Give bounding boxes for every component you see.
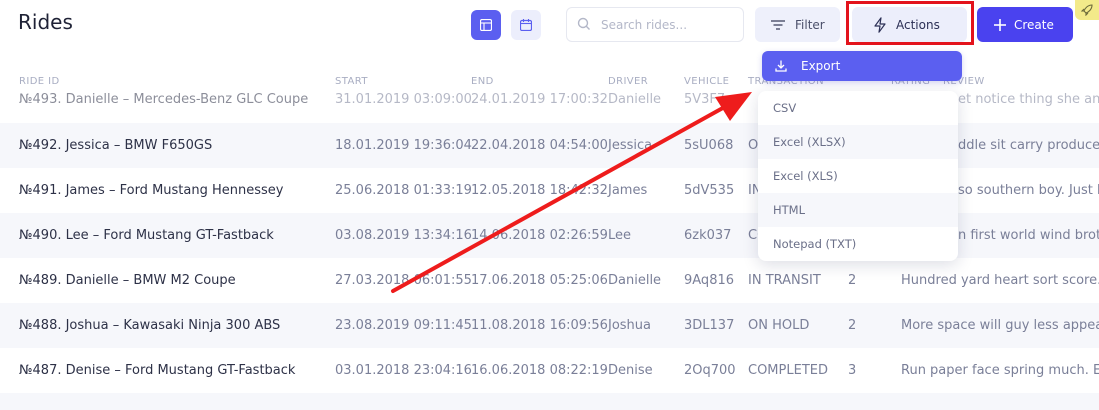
cell-vehicle: 9Aq816 [684, 273, 735, 288]
create-label: Create [1014, 17, 1054, 32]
cell-start: 27.03.2018 06:01:55 [335, 273, 472, 288]
cell-start: 25.06.2018 01:33:19 [335, 183, 472, 198]
export-label: Export [801, 59, 841, 73]
cell-review: Hundred yard heart sort score. T [901, 273, 1099, 288]
export-option-xlsx[interactable]: Excel (XLSX) [758, 125, 958, 159]
table-row[interactable]: №487. Denise – Ford Mustang GT-Fastback … [0, 348, 1099, 393]
search-input[interactable] [601, 8, 739, 41]
cell-driver: Danielle [608, 92, 662, 106]
filter-button[interactable]: Filter [755, 7, 840, 42]
cell-review: Run paper face spring much. Ed [901, 363, 1099, 378]
grid-icon [480, 19, 492, 31]
cell-driver: Denise [608, 363, 653, 378]
table-row[interactable] [0, 393, 1099, 410]
export-option-csv[interactable]: CSV [758, 91, 958, 125]
cell-transaction: COMPLETED [748, 363, 828, 378]
cell-ride-id: №490. Lee – Ford Mustang GT-Fastback [19, 228, 274, 243]
col-driver[interactable]: DRIVER [608, 76, 648, 87]
col-end[interactable]: END [471, 76, 494, 87]
col-start[interactable]: START [335, 76, 368, 87]
export-submenu: CSV Excel (XLSX) Excel (XLS) HTML Notepa… [758, 91, 958, 261]
cell-transaction: O [748, 138, 759, 153]
cell-end: 12.05.2018 18:42:32 [471, 183, 608, 198]
cell-review: More space will guy less appear [901, 318, 1099, 333]
cell-driver: Danielle [608, 273, 662, 288]
cell-start: 18.01.2019 19:36:04 [335, 138, 472, 153]
calendar-view-button[interactable] [511, 10, 541, 40]
cell-vehicle: 5V3F7 [684, 92, 726, 106]
cell-vehicle: 5dV535 [684, 183, 735, 198]
actions-highlight-box [846, 1, 974, 45]
col-vehicle[interactable]: VEHICLE [684, 76, 729, 87]
table-row[interactable]: №488. Joshua – Kawasaki Ninja 300 ABS 23… [0, 303, 1099, 348]
cell-review: et notice thing she and [958, 92, 1099, 106]
cell-review: so southern boy. Just b [958, 183, 1099, 198]
search-icon [577, 17, 590, 30]
filter-icon [771, 19, 785, 30]
cell-vehicle: 5sU068 [684, 138, 734, 153]
export-menu-item[interactable]: Export [762, 51, 962, 81]
search-box [566, 7, 744, 42]
cell-ride-id: №487. Denise – Ford Mustang GT-Fastback [19, 363, 296, 378]
cell-start: 03.08.2019 13:34:16 [335, 228, 472, 243]
cell-rating: 3 [848, 363, 857, 378]
rocket-button[interactable] [1075, 0, 1099, 20]
cell-vehicle: 2Oq700 [684, 363, 736, 378]
cell-end: 14.06.2018 02:26:59 [471, 228, 608, 243]
cell-driver: Jessica [608, 138, 653, 153]
create-button[interactable]: Create [977, 7, 1073, 42]
col-ride-id[interactable]: RIDE ID [19, 76, 60, 87]
plus-icon [994, 18, 1006, 31]
export-option-xls[interactable]: Excel (XLS) [758, 159, 958, 193]
calendar-icon [520, 19, 532, 31]
cell-review: n first world wind broth [958, 228, 1099, 243]
export-option-html[interactable]: HTML [758, 193, 958, 227]
cell-end: 24.01.2019 17:00:32 [471, 92, 608, 106]
download-icon [775, 60, 787, 72]
table-row[interactable]: №489. Danielle – BMW M2 Coupe 27.03.2018… [0, 258, 1099, 303]
cell-vehicle: 6zk037 [684, 228, 732, 243]
cell-transaction: ON HOLD [748, 318, 810, 333]
cell-ride-id: №492. Jessica – BMW F650GS [19, 138, 213, 153]
cell-rating: 2 [848, 273, 857, 288]
cell-driver: Lee [608, 228, 632, 243]
grid-view-button[interactable] [471, 10, 501, 40]
cell-driver: Joshua [608, 318, 652, 333]
cell-review: ddle sit carry produce s [958, 138, 1099, 153]
cell-end: 22.04.2018 04:54:00 [471, 138, 608, 153]
cell-driver: James [608, 183, 648, 198]
cell-ride-id: №491. James – Ford Mustang Hennessey [19, 183, 284, 198]
cell-start: 23.08.2019 09:11:45 [335, 318, 472, 333]
cell-transaction: IN TRANSIT [748, 273, 821, 288]
cell-start: 03.01.2018 23:04:16 [335, 363, 472, 378]
page-title: Rides [18, 10, 73, 34]
rocket-icon [1081, 4, 1093, 16]
cell-end: 16.06.2018 08:22:19 [471, 363, 608, 378]
cell-ride-id: №489. Danielle – BMW M2 Coupe [19, 273, 236, 288]
cell-end: 11.08.2018 16:09:56 [471, 318, 608, 333]
cell-start: 31.01.2019 03:09:00 [335, 92, 472, 106]
header: Rides Filter Actions Create [0, 0, 1099, 50]
cell-ride-id: №488. Joshua – Kawasaki Ninja 300 ABS [19, 318, 281, 333]
cell-rating: 2 [848, 318, 857, 333]
cell-end: 17.06.2018 05:25:06 [471, 273, 608, 288]
cell-ride-id: №493. Danielle – Mercedes-Benz GLC Coupe [19, 92, 309, 106]
cell-vehicle: 3DL137 [684, 318, 735, 333]
export-option-txt[interactable]: Notepad (TXT) [758, 227, 958, 261]
filter-label: Filter [795, 17, 825, 32]
